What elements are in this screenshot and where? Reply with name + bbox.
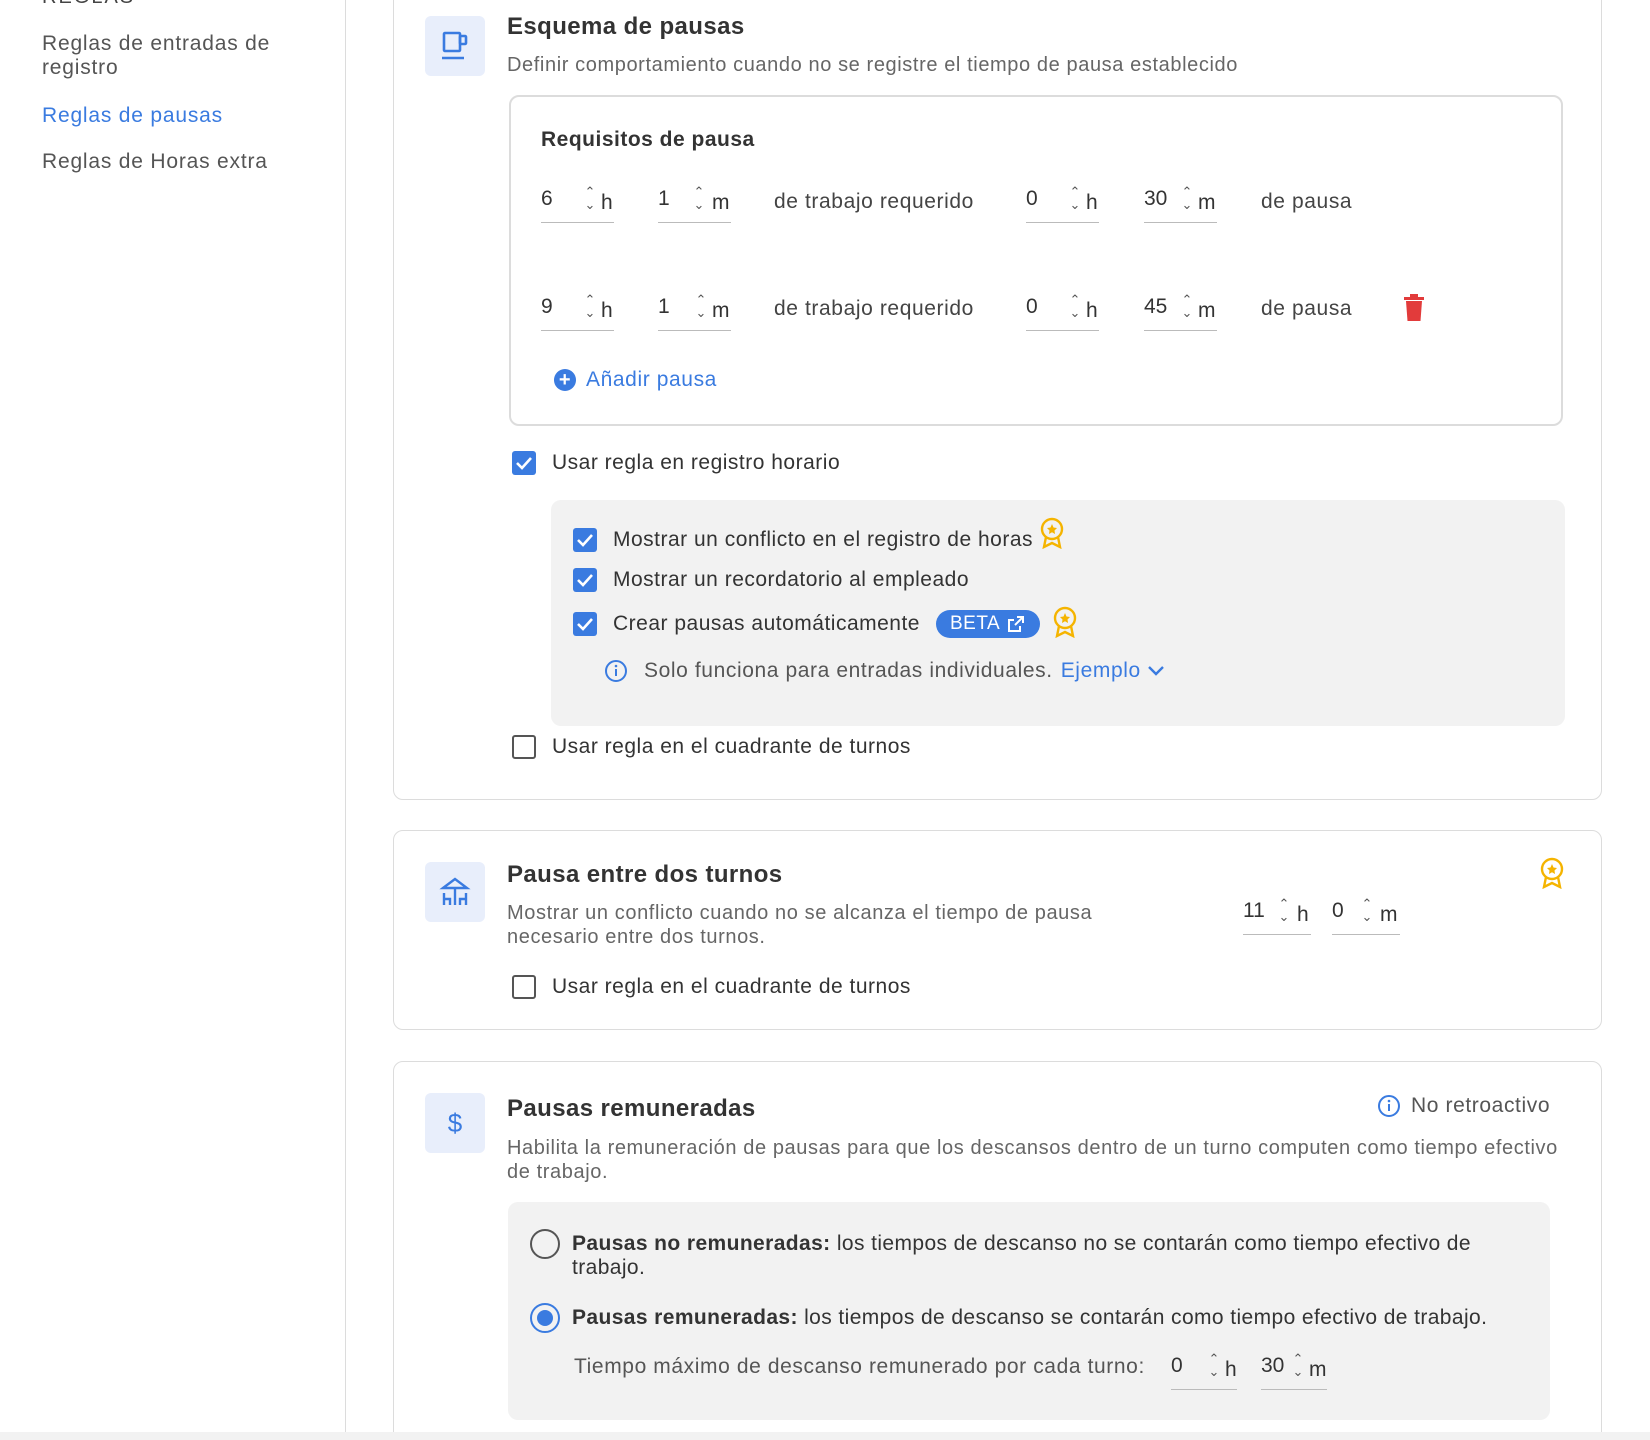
work-required-label: de trabajo requerido bbox=[774, 190, 974, 213]
work-minutes-input[interactable]: 1 ⌃ ⌄ m bbox=[658, 285, 731, 331]
max-paid-hours-input[interactable]: 0 ⌃ ⌄ h bbox=[1171, 1344, 1237, 1390]
stepper-icon[interactable]: ⌃ ⌄ bbox=[1289, 1352, 1307, 1382]
work-hours-input[interactable]: 9 ⌃ ⌄ h bbox=[541, 285, 614, 331]
break-hours-input[interactable]: 0 ⌃ ⌄ h bbox=[1026, 285, 1099, 331]
use-in-shift-schedule-checkbox[interactable] bbox=[512, 975, 536, 999]
bottom-strip bbox=[0, 1432, 1650, 1440]
info-note: Solo funciona para entradas individuales… bbox=[604, 659, 1165, 683]
stepper-icon[interactable]: ⌃ ⌄ bbox=[1178, 185, 1196, 215]
break-minutes-input[interactable]: 30 ⌃ ⌄ m bbox=[1144, 177, 1217, 223]
paid-radio[interactable] bbox=[530, 1303, 560, 1333]
break-label: de pausa bbox=[1261, 190, 1353, 213]
auto-create-checkbox[interactable] bbox=[573, 612, 597, 636]
trash-icon[interactable] bbox=[1402, 294, 1426, 322]
show-reminder-checkbox[interactable] bbox=[573, 568, 597, 592]
stepper-icon[interactable]: ⌃ ⌄ bbox=[581, 185, 599, 215]
plus-circle-icon: + bbox=[554, 369, 576, 391]
stepper-icon[interactable]: ⌃ ⌄ bbox=[692, 293, 710, 323]
paid-breaks-options-panel: Pausas no remuneradas: los tiempos de de… bbox=[508, 1202, 1550, 1420]
use-in-time-tracking-checkbox[interactable] bbox=[512, 451, 536, 475]
unpaid-radio[interactable] bbox=[530, 1229, 560, 1259]
non-retroactive-note: No retroactivo bbox=[1377, 1094, 1550, 1118]
sidebar-item-overtime-rules[interactable]: Reglas de Horas extra bbox=[42, 150, 322, 174]
work-required-label: de trabajo requerido bbox=[774, 297, 974, 320]
stepper-icon[interactable]: ⌃ ⌄ bbox=[1205, 1352, 1223, 1382]
paid-breaks-card: $ Pausas remuneradas No retroactivo Habi… bbox=[393, 1061, 1602, 1440]
add-break-button[interactable]: + Añadir pausa bbox=[554, 368, 717, 392]
stepper-icon[interactable]: ⌃ ⌄ bbox=[1066, 185, 1084, 215]
use-in-shift-schedule-row[interactable]: Usar regla en el cuadrante de turnos bbox=[512, 735, 911, 759]
use-in-shift-schedule-checkbox[interactable] bbox=[512, 735, 536, 759]
info-icon bbox=[605, 660, 627, 682]
stepper-icon[interactable]: ⌃ ⌄ bbox=[581, 293, 599, 323]
stepper-icon[interactable]: ⌃ ⌄ bbox=[690, 185, 708, 215]
premium-award-icon bbox=[1040, 517, 1064, 549]
break-hours-input[interactable]: 0 ⌃ ⌄ h bbox=[1026, 177, 1099, 223]
example-link[interactable]: Ejemplo bbox=[1061, 659, 1165, 683]
rest-minutes-input[interactable]: 0 ⌃ ⌄ m bbox=[1332, 889, 1400, 935]
requirements-title: Requisitos de pausa bbox=[541, 128, 755, 151]
sidebar-item-entry-rules[interactable]: Reglas de entradas de registro bbox=[42, 32, 322, 80]
sidebar: REGLAS Reglas de entradas de registro Re… bbox=[0, 0, 346, 1440]
card-title: Pausa entre dos turnos bbox=[507, 861, 783, 888]
max-paid-minutes-input[interactable]: 30 ⌃ ⌄ m bbox=[1261, 1344, 1327, 1390]
work-minutes-input[interactable]: 1 ⌃ ⌄ m bbox=[658, 177, 731, 223]
premium-award-icon bbox=[1054, 606, 1077, 638]
break-schema-card: Esquema de pausas Definir comportamiento… bbox=[393, 0, 1602, 800]
break-requirements-box: Requisitos de pausa 6 ⌃ ⌄ h 1 ⌃ ⌄ m de tra… bbox=[509, 95, 1563, 426]
card-description: Mostrar un conflicto cuando no se alcanz… bbox=[507, 902, 1093, 948]
show-reminder-row[interactable]: Mostrar un recordatorio al empleado bbox=[573, 568, 969, 592]
card-title: Pausas remuneradas bbox=[507, 1095, 756, 1122]
beta-badge[interactable]: BETA bbox=[936, 610, 1041, 638]
show-conflict-row[interactable]: Mostrar un conflicto en el registro de h… bbox=[573, 517, 1065, 552]
use-in-shift-schedule-row[interactable]: Usar regla en el cuadrante de turnos bbox=[512, 975, 911, 999]
stepper-icon[interactable]: ⌃ ⌄ bbox=[1358, 897, 1376, 927]
between-shifts-card: Pausa entre dos turnos Mostrar un confli… bbox=[393, 830, 1602, 1030]
coffee-cup-icon bbox=[425, 16, 485, 76]
show-conflict-checkbox[interactable] bbox=[573, 528, 597, 552]
stepper-icon[interactable]: ⌃ ⌄ bbox=[1275, 897, 1293, 927]
max-paid-break-label: Tiempo máximo de descanso remunerado por… bbox=[574, 1355, 1145, 1378]
sidebar-heading: REGLAS bbox=[42, 0, 135, 9]
time-tracking-options-panel: Mostrar un conflicto en el registro de h… bbox=[551, 500, 1565, 726]
card-description: Habilita la remuneración de pausas para … bbox=[507, 1137, 1558, 1183]
break-minutes-input[interactable]: 45 ⌃ ⌄ m bbox=[1144, 285, 1217, 331]
rest-hours-input[interactable]: 11 ⌃ ⌄ h bbox=[1243, 889, 1311, 935]
auto-create-row[interactable]: Crear pausas automáticamente BETA bbox=[573, 606, 1078, 638]
card-title: Esquema de pausas bbox=[507, 13, 745, 40]
sidebar-item-break-rules[interactable]: Reglas de pausas bbox=[42, 104, 322, 128]
unpaid-option[interactable]: Pausas no remuneradas: los tiempos de de… bbox=[530, 1229, 1490, 1280]
chevron-down-icon bbox=[1147, 666, 1164, 676]
dollar-icon: $ bbox=[425, 1093, 485, 1153]
info-icon bbox=[1378, 1095, 1400, 1117]
work-hours-input[interactable]: 6 ⌃ ⌄ h bbox=[541, 177, 614, 223]
paid-option[interactable]: Pausas remuneradas: los tiempos de desca… bbox=[530, 1303, 1530, 1333]
break-label: de pausa bbox=[1261, 297, 1353, 320]
stepper-icon[interactable]: ⌃ ⌄ bbox=[1066, 293, 1084, 323]
card-description: Definir comportamiento cuando no se regi… bbox=[507, 54, 1238, 76]
external-link-icon bbox=[1008, 616, 1025, 632]
use-in-time-tracking-row[interactable]: Usar regla en registro horario bbox=[512, 451, 840, 475]
beach-umbrella-icon bbox=[425, 862, 485, 922]
stepper-icon[interactable]: ⌃ ⌄ bbox=[1178, 293, 1196, 323]
premium-award-icon bbox=[1540, 857, 1564, 889]
